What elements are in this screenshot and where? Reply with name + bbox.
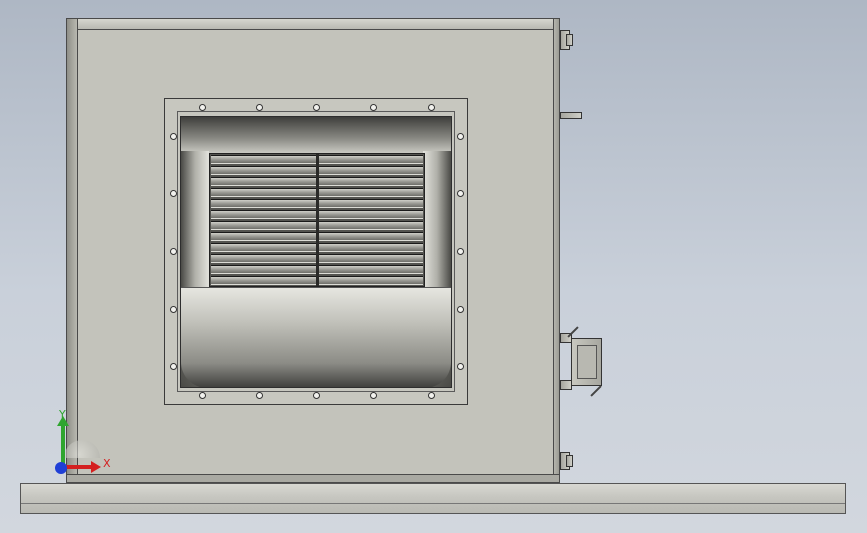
flange-bolt xyxy=(428,392,435,399)
flange-bolt xyxy=(170,248,177,255)
flange-bolt xyxy=(170,306,177,313)
z-axis-dot xyxy=(55,462,67,474)
flange-bolt xyxy=(256,104,263,111)
motor-mount-bottom xyxy=(560,380,572,390)
flange-bolt xyxy=(457,190,464,197)
impeller-wheel xyxy=(209,153,425,287)
flange-bolt xyxy=(428,104,435,111)
base-rail xyxy=(20,483,846,514)
y-axis-label: Y xyxy=(59,408,66,421)
x-axis-arrow xyxy=(63,465,93,469)
scroll-side-right xyxy=(423,151,451,289)
flange-bolt xyxy=(170,363,177,370)
flange-bolt xyxy=(170,190,177,197)
flange-bolt xyxy=(199,104,206,111)
flange-bolt xyxy=(457,363,464,370)
motor-junction-box xyxy=(571,338,602,386)
flange-bolt xyxy=(457,133,464,140)
scroll-side-left xyxy=(181,151,209,289)
flange-bolt xyxy=(256,392,263,399)
flange-bolt xyxy=(370,392,377,399)
x-axis-arrowhead xyxy=(91,461,101,473)
flange-bolt xyxy=(457,306,464,313)
housing-right-edge xyxy=(553,18,560,483)
scroll-housing-top xyxy=(181,117,451,153)
scroll-housing-bottom xyxy=(181,287,451,387)
motor-junction-box-cover xyxy=(577,345,597,379)
side-stud-top-cap xyxy=(566,34,573,46)
fan-inlet-opening xyxy=(180,116,452,388)
flange-bolt xyxy=(457,248,464,255)
coordinate-triad: Y X xyxy=(52,408,122,476)
flange-bolt xyxy=(199,392,206,399)
flange-bolt xyxy=(313,392,320,399)
side-stud-bottom-cap xyxy=(566,455,573,467)
impeller-center-plate xyxy=(316,154,319,286)
x-axis-label: X xyxy=(103,457,111,470)
flange-bolt xyxy=(170,133,177,140)
cad-viewport[interactable]: Y X xyxy=(0,0,867,533)
side-pin xyxy=(560,112,582,119)
flange-bolt xyxy=(313,104,320,111)
thread-mark-bottom xyxy=(590,385,602,397)
housing-bottom-edge xyxy=(66,474,560,483)
thread-mark-top xyxy=(567,326,579,338)
flange-bolt xyxy=(370,104,377,111)
y-axis-arrow xyxy=(61,424,65,464)
